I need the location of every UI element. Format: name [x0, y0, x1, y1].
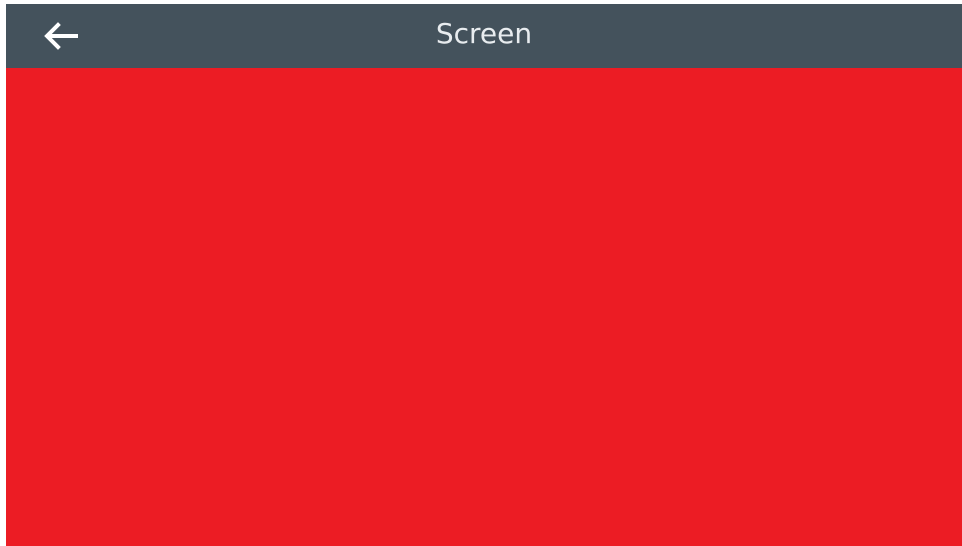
screen-content-area — [6, 68, 962, 546]
app-window: Screen — [6, 4, 962, 546]
top-bar: Screen — [6, 4, 962, 68]
back-button[interactable] — [36, 16, 84, 56]
page-title: Screen — [435, 17, 533, 50]
back-arrow-icon — [40, 20, 80, 52]
